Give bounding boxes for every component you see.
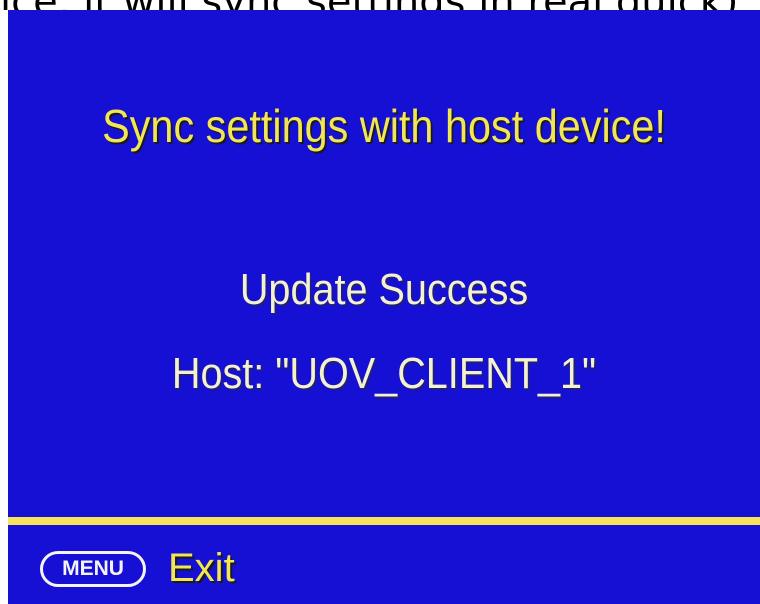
screenshot-page: ice, it will sync settings in real quick… [0,0,760,604]
update-status: Update Success [239,265,529,314]
osd-footer: MENU Exit [8,540,760,596]
host-name-line: Host: "UOV_CLIENT_1" [171,349,597,398]
menu-key-button[interactable]: MENU [40,551,146,587]
osd-screen: Sync settings with host device! Update S… [8,10,760,604]
cropped-caption-text: ice, it will sync settings in real quick… [0,0,760,10]
exit-action[interactable]: Exit [168,540,235,596]
footer-divider [8,517,760,525]
sync-title: Sync settings with host device! [102,100,666,152]
